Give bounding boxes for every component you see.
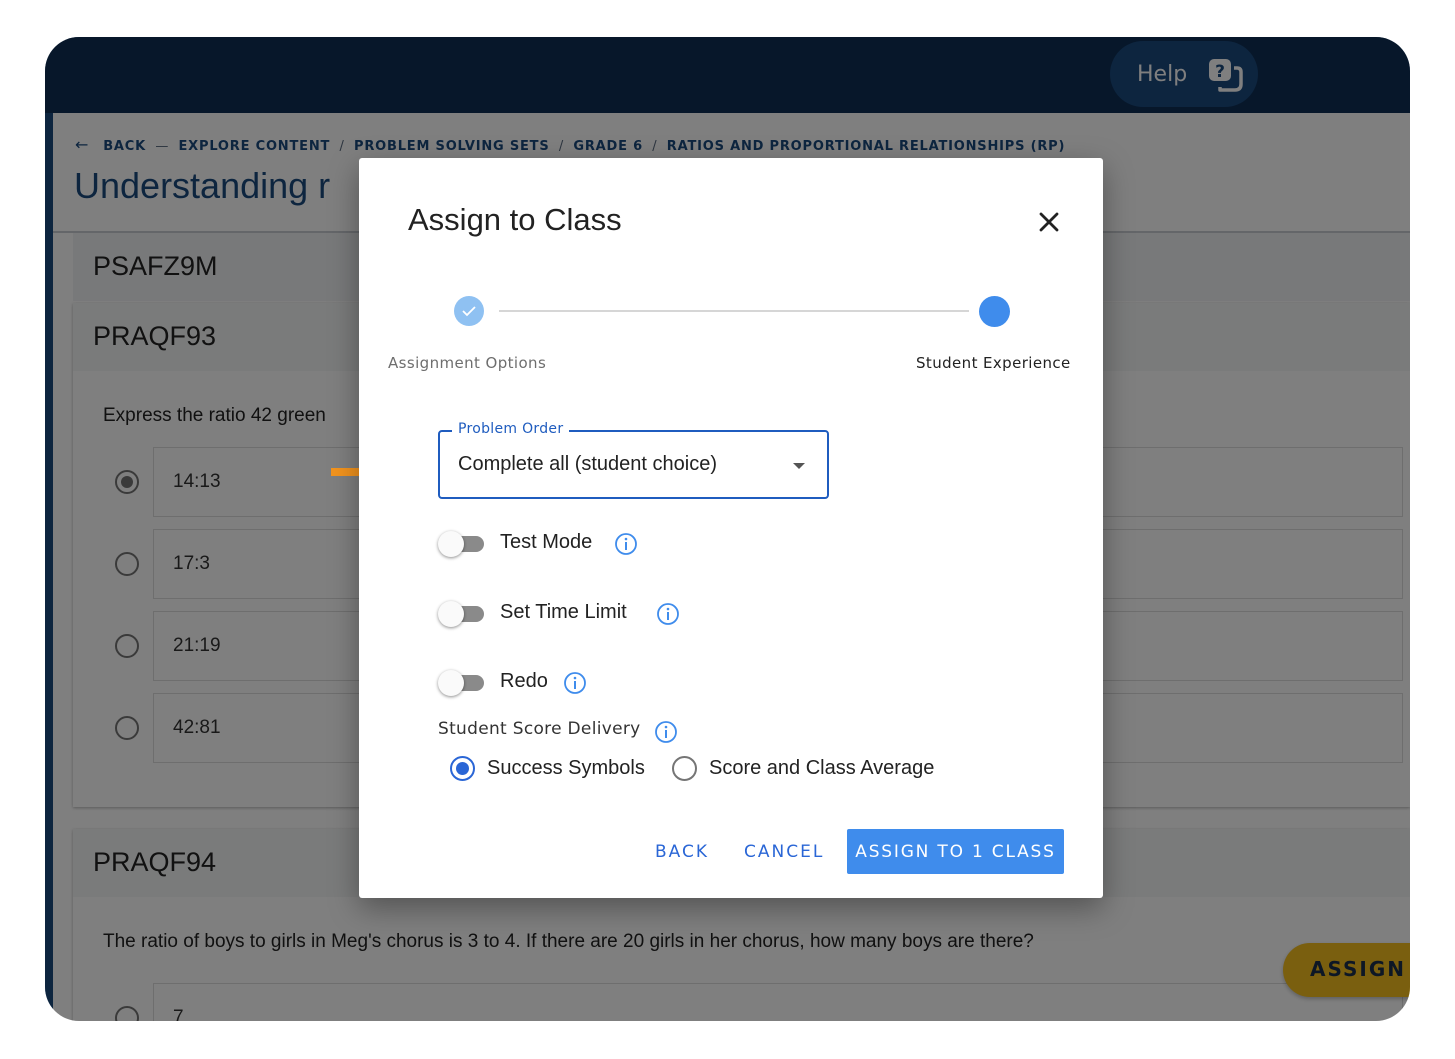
info-icon[interactable] bbox=[614, 532, 638, 556]
toggle-label: Set Time Limit bbox=[500, 601, 627, 623]
toggle-label: Redo bbox=[500, 670, 548, 692]
close-icon[interactable] bbox=[1033, 206, 1065, 238]
info-icon[interactable] bbox=[654, 720, 678, 744]
toggle-knob[interactable] bbox=[438, 670, 464, 696]
select-legend: Problem Order bbox=[452, 421, 570, 437]
assign-button[interactable]: ASSIGN TO 1 CLASS bbox=[847, 829, 1064, 874]
radio-label: Score and Class Average bbox=[709, 757, 935, 779]
check-icon bbox=[462, 306, 476, 317]
step-label-experience: Student Experience bbox=[916, 354, 1071, 372]
step-label-options: Assignment Options bbox=[388, 354, 547, 372]
info-icon[interactable] bbox=[656, 602, 680, 626]
step-active[interactable] bbox=[979, 296, 1010, 327]
info-icon[interactable] bbox=[563, 671, 587, 695]
toggle-knob[interactable] bbox=[438, 531, 464, 557]
step-completed[interactable] bbox=[454, 296, 484, 326]
stepper-connector bbox=[499, 310, 969, 312]
toggle-knob[interactable] bbox=[438, 601, 464, 627]
cancel-button[interactable]: CANCEL bbox=[744, 842, 824, 862]
radio-unselected[interactable] bbox=[672, 756, 697, 781]
redo-row: Redo bbox=[438, 667, 858, 699]
select-value: Complete all (student choice) bbox=[458, 453, 718, 475]
problem-order-select[interactable]: Problem Order Complete all (student choi… bbox=[438, 421, 829, 499]
back-button[interactable]: BACK bbox=[655, 842, 709, 862]
dialog-title: Assign to Class bbox=[408, 202, 622, 237]
test-mode-row: Test Mode bbox=[438, 528, 858, 560]
assign-dialog: Assign to Class Assignment Options Stude… bbox=[359, 158, 1103, 898]
time-limit-row: Set Time Limit bbox=[438, 598, 858, 630]
score-delivery-label: Student Score Delivery bbox=[438, 719, 641, 739]
toggle-label: Test Mode bbox=[500, 531, 593, 553]
caret-down-icon bbox=[793, 463, 805, 469]
radio-label: Success Symbols bbox=[487, 757, 645, 779]
radio-selected[interactable] bbox=[450, 756, 475, 781]
